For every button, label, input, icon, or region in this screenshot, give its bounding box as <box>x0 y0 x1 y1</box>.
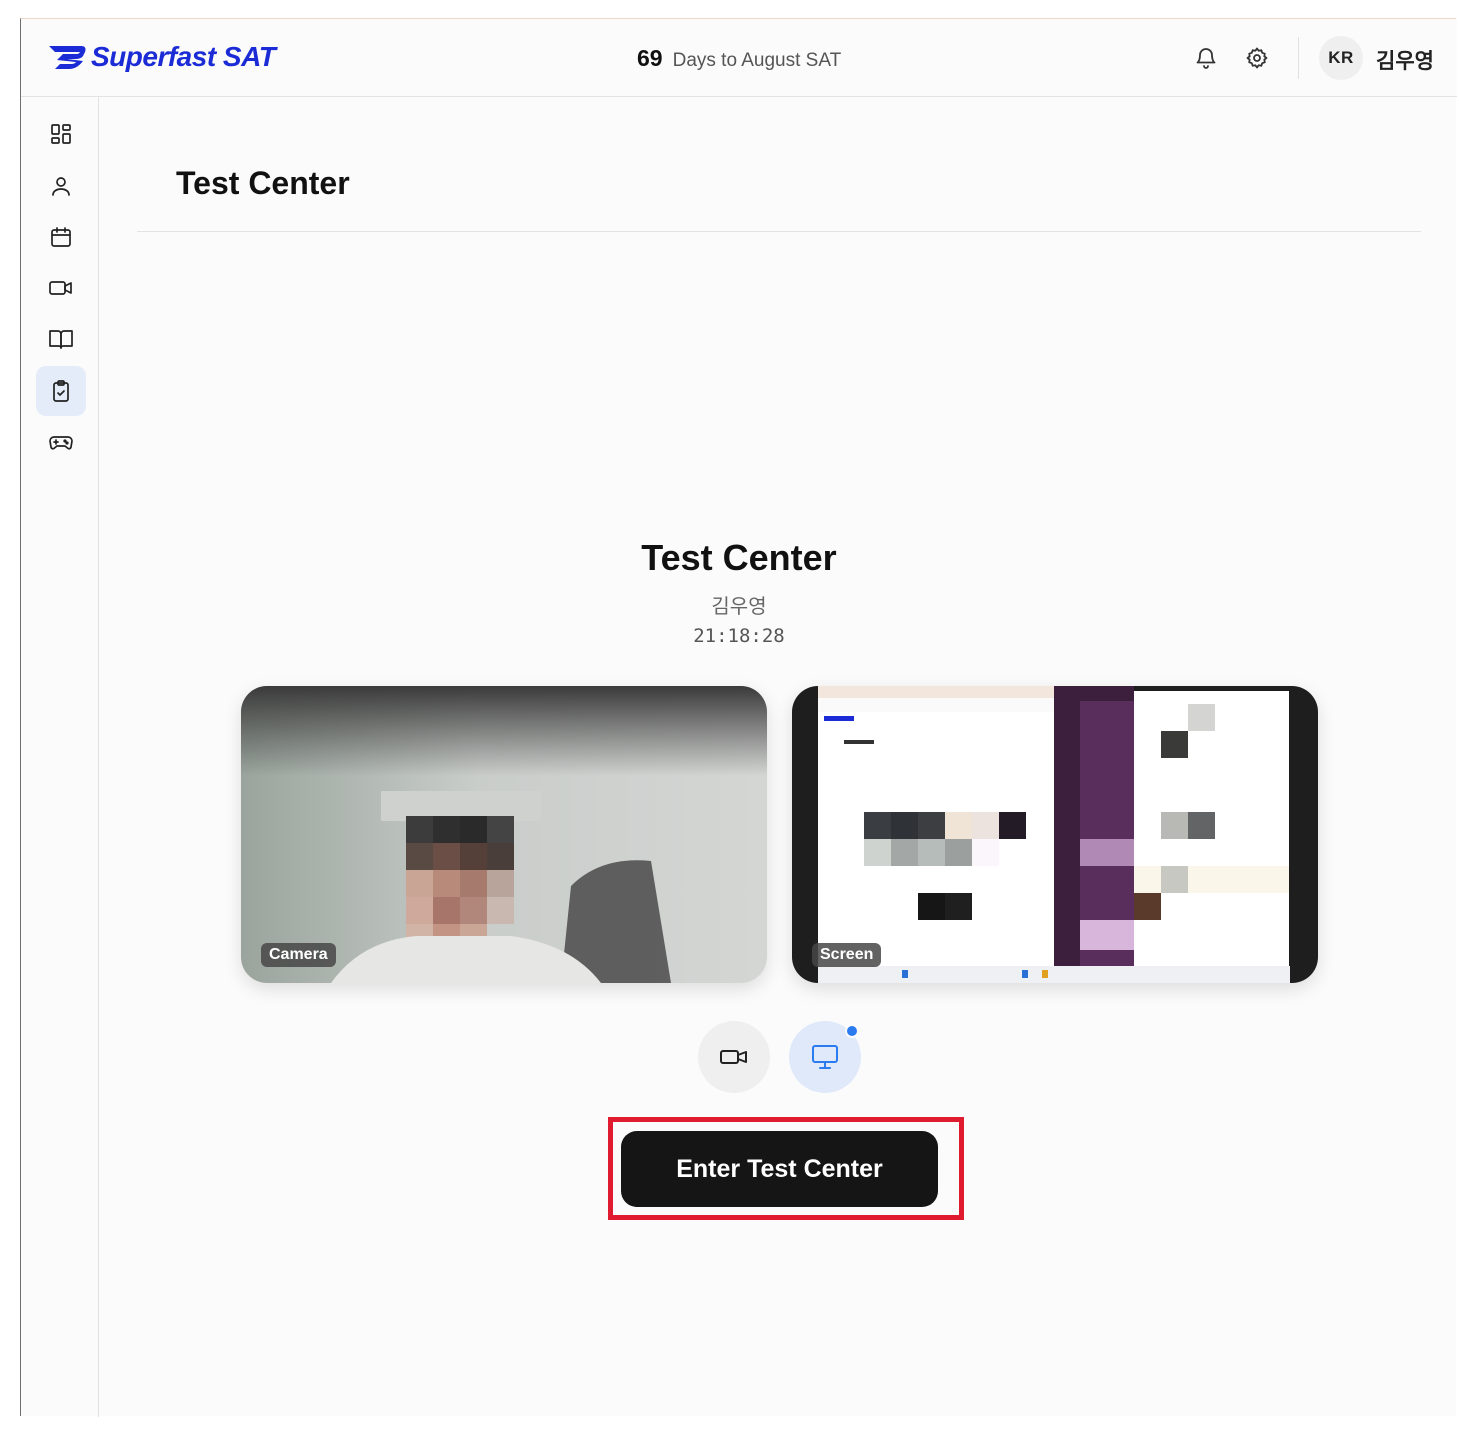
screen-active-indicator <box>845 1024 859 1038</box>
sidebar-item-profile[interactable] <box>36 161 86 211</box>
clock: 21:18:28 <box>693 625 785 647</box>
sidebar-item-games[interactable] <box>36 417 86 467</box>
app-window: Superfast SAT 69 Days to August SAT KR 김… <box>20 18 1457 1417</box>
monitor-icon <box>812 1045 838 1069</box>
sat-countdown: 69 Days to August SAT <box>637 45 841 72</box>
sidebar-item-library[interactable] <box>36 314 86 364</box>
student-name: 김우영 <box>711 596 767 618</box>
panel-title: Test Center <box>641 537 837 578</box>
sidebar <box>21 97 99 1417</box>
calendar-icon <box>51 227 71 247</box>
logo-text: Superfast SAT <box>91 41 276 72</box>
enter-test-center-button[interactable]: Enter Test Center <box>621 1131 938 1207</box>
sidebar-item-calendar[interactable] <box>36 212 86 262</box>
user-icon <box>52 177 70 196</box>
screen-feed: Screen <box>792 686 1318 983</box>
gear-icon[interactable] <box>1244 45 1270 71</box>
sidebar-item-dashboard[interactable] <box>36 109 86 159</box>
screen-share-toggle-button[interactable] <box>789 1021 861 1093</box>
clipboard-check-icon <box>53 380 69 402</box>
camera-label: Camera <box>261 943 336 967</box>
top-header: Superfast SAT 69 Days to August SAT KR 김… <box>21 19 1457 97</box>
sidebar-item-video[interactable] <box>36 263 86 313</box>
logo-mark-icon <box>49 46 86 69</box>
dashboard-icon <box>51 124 71 144</box>
screen-label: Screen <box>812 943 882 967</box>
header-divider <box>1298 37 1299 79</box>
language-badge[interactable]: KR <box>1319 36 1363 80</box>
video-icon <box>49 281 72 295</box>
video-icon <box>720 1050 747 1064</box>
title-divider <box>137 231 1421 232</box>
bell-icon[interactable] <box>1193 45 1219 71</box>
camera-feed: Camera <box>241 686 767 983</box>
days-text: Days to August SAT <box>672 50 842 71</box>
logo[interactable]: Superfast SAT <box>47 39 276 75</box>
gamepad-icon <box>49 436 73 450</box>
sidebar-item-test-center[interactable] <box>36 366 86 416</box>
book-icon <box>49 330 73 349</box>
days-number: 69 <box>637 45 663 71</box>
user-name[interactable]: 김우영 <box>1376 45 1434 75</box>
camera-toggle-button[interactable] <box>698 1021 770 1093</box>
page-title: Test Center <box>176 165 350 201</box>
